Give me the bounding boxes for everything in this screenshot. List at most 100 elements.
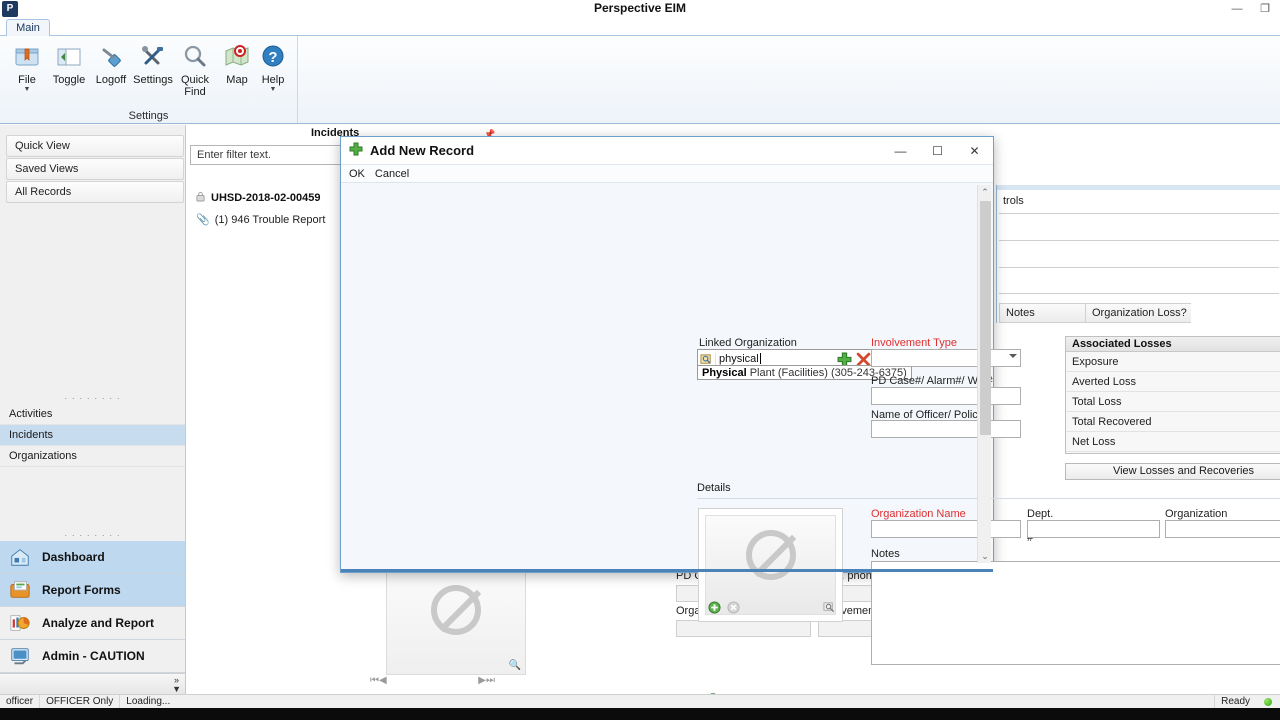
splitter-handle-2[interactable]: · · · · · · · · — [0, 531, 185, 541]
view-losses-and-recoveries-button[interactable]: View Losses and Recoveries — [1065, 463, 1280, 480]
ribbon-button-toggle[interactable]: Toggle — [46, 40, 92, 106]
column-header-organization-loss[interactable]: Organization Loss? — [1085, 303, 1191, 323]
list-item[interactable]: UHSD-2018-02-00459 — [196, 191, 320, 205]
double-chevron-icon[interactable]: » ▼ — [172, 676, 181, 694]
dialog-maximize-button[interactable]: ☐ — [919, 137, 956, 165]
associated-losses-header: Associated Losses — [1066, 337, 1280, 352]
ribbon-group-title: Settings — [128, 110, 169, 122]
grid-partial-text: trols — [1003, 195, 1024, 207]
restore-button[interactable]: ❐ — [1258, 2, 1272, 15]
scrollbar-thumb[interactable] — [980, 201, 991, 435]
background-field[interactable] — [676, 620, 811, 637]
organization-type-select[interactable] — [1165, 520, 1280, 538]
status-bar: officer OFFICER Only Loading... Ready — [0, 694, 1280, 708]
all-records-button[interactable]: All Records — [6, 181, 184, 203]
sidebar-item-activities[interactable]: Activities — [0, 404, 185, 425]
ribbon: File ▼ Toggle Logoff Settings Quick Find… — [0, 36, 1280, 124]
column-header-notes[interactable]: Notes — [999, 303, 1085, 323]
last-icon[interactable]: ⏭ — [486, 675, 495, 686]
sidebar-item-admin-caution[interactable]: Admin - CAUTION — [0, 640, 185, 673]
ribbon-button-label: Help — [261, 74, 285, 86]
photo-picker[interactable] — [698, 508, 843, 622]
sidebar-item-organizations[interactable]: Organizations — [0, 446, 185, 467]
minimize-button[interactable]: — — [1230, 3, 1244, 15]
list-item-label: UHSD-2018-02-00459 — [211, 192, 321, 204]
sidebar-item-dashboard[interactable]: Dashboard — [0, 541, 185, 574]
delete-photo-icon[interactable] — [727, 601, 740, 617]
ribbon-button-label: Map — [226, 74, 248, 86]
dept-phone-input[interactable] — [1027, 520, 1160, 538]
chevron-down-icon — [1009, 354, 1017, 358]
loss-row[interactable]: Net Loss — [1066, 432, 1280, 452]
photo-preview — [705, 515, 836, 615]
tab-main[interactable]: Main — [6, 19, 50, 37]
file-cabinet-icon — [12, 40, 42, 74]
prev-icon[interactable]: ◀ — [379, 675, 387, 686]
zoom-photo-icon[interactable] — [823, 601, 836, 617]
loss-row[interactable]: Total Loss — [1066, 392, 1280, 412]
notes-textarea[interactable] — [871, 561, 1280, 665]
paperclip-icon: 📎 — [196, 214, 210, 226]
cancel-button[interactable]: Cancel — [375, 168, 409, 180]
ribbon-button-help[interactable]: ? Help ▼ — [250, 40, 296, 106]
sidebar-item-report-forms[interactable]: Report Forms — [0, 574, 185, 607]
chevron-down-icon[interactable]: ▼ — [270, 86, 277, 94]
monitor-icon — [8, 644, 32, 668]
saved-views-button[interactable]: Saved Views — [6, 158, 184, 180]
ribbon-button-quick-find[interactable]: Quick Find — [172, 40, 218, 106]
quick-view-button[interactable]: Quick View — [6, 135, 184, 157]
organization-name-label: Organization Name — [871, 508, 966, 520]
dialog-scrollbar[interactable]: ⌃ ⌄ — [977, 185, 991, 563]
splitter-handle[interactable]: · · · · · · · · — [0, 394, 185, 404]
add-photo-icon[interactable] — [708, 601, 721, 617]
notes-label: Notes — [871, 548, 900, 560]
organization-name-input[interactable] — [871, 520, 1021, 538]
dialog-menu-bar: OK Cancel — [341, 165, 993, 183]
scroll-down-icon[interactable]: ⌄ — [978, 549, 992, 563]
ok-button[interactable]: OK — [349, 168, 365, 180]
ribbon-button-label: File — [18, 74, 36, 86]
sidebar-item-incidents[interactable]: Incidents — [0, 425, 185, 446]
status-right: Ready — [1214, 695, 1280, 708]
involvement-type-label: Involvement Type — [871, 337, 958, 349]
pd-case-input[interactable] — [871, 387, 1021, 405]
ribbon-button-settings[interactable]: Settings — [130, 40, 176, 106]
loss-row[interactable]: Exposure — [1066, 352, 1280, 372]
app-title: Perspective EIM — [593, 1, 687, 15]
ribbon-group-settings: File ▼ Toggle Logoff Settings Quick Find… — [0, 36, 298, 123]
sidebar-item-label: Admin - CAUTION — [42, 649, 145, 663]
list-item[interactable]: 📎 (1) 946 Trouble Report — [196, 213, 326, 227]
ribbon-button-logoff[interactable]: Logoff — [88, 40, 134, 106]
scroll-up-icon[interactable]: ⌃ — [978, 185, 992, 199]
officer-name-input[interactable] — [871, 420, 1021, 438]
sidebar-item-label: Report Forms — [42, 583, 121, 597]
application-window: P Perspective EIM — ❐ ▲ Privacy Main F — [0, 0, 1280, 720]
status-message: Loading... — [126, 696, 171, 707]
associated-losses-panel: Associated Losses Exposure Averted Loss … — [1065, 336, 1280, 454]
dialog-minimize-button[interactable]: — — [882, 137, 919, 165]
linked-organization-value: physical — [715, 353, 835, 365]
background-grid: trols Notes Organization Loss? — [996, 185, 1280, 323]
grid-divider — [999, 213, 1279, 214]
first-icon[interactable]: ⏮ — [370, 675, 379, 686]
no-image-icon — [745, 530, 796, 581]
report-folder-icon — [8, 578, 32, 602]
dialog-window-controls: — ☐ ✕ — [882, 137, 993, 165]
zoom-photo-icon[interactable]: 🔍 — [509, 660, 521, 671]
ribbon-button-label: Quick Find — [180, 74, 210, 98]
grid-divider — [999, 293, 1279, 294]
loss-row[interactable]: Averted Loss — [1066, 372, 1280, 392]
dialog-close-button[interactable]: ✕ — [956, 137, 993, 165]
loss-row[interactable]: Total Recovered — [1066, 412, 1280, 432]
involvement-type-select[interactable] — [871, 349, 1021, 367]
chevron-down-icon[interactable]: ▼ — [24, 86, 31, 94]
grid-divider — [999, 267, 1279, 268]
sidebar-item-analyze-and-report[interactable]: Analyze and Report — [0, 607, 185, 640]
chart-icon — [8, 611, 32, 635]
tools-icon — [138, 40, 168, 74]
next-icon[interactable]: ▶ — [478, 675, 486, 686]
list-item-label: (1) 946 Trouble Report — [214, 213, 326, 226]
no-image-icon — [431, 585, 481, 636]
ribbon-button-file[interactable]: File ▼ — [4, 40, 50, 106]
map-pin-icon — [222, 40, 252, 74]
